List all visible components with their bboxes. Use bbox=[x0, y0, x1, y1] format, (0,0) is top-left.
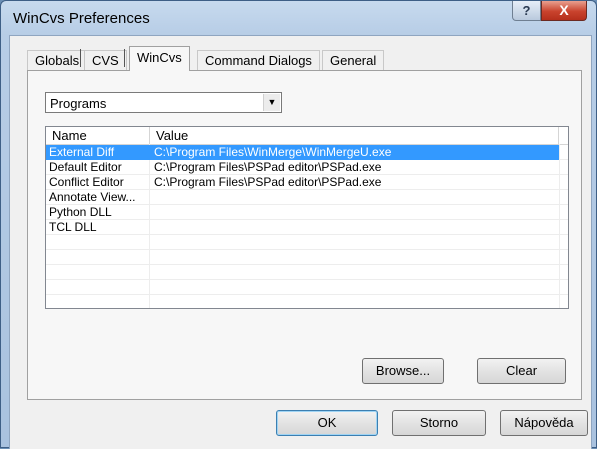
list-row-annotate-viewer[interactable]: Annotate View... bbox=[46, 190, 568, 205]
grid-line bbox=[46, 264, 568, 265]
category-dropdown[interactable]: Programs ▼ bbox=[45, 92, 282, 113]
list-row-external-diff[interactable]: External Diff C:\Program Files\WinMerge\… bbox=[46, 145, 568, 160]
tab-wincvs[interactable]: WinCvs bbox=[129, 46, 190, 71]
tab-command-dialogs[interactable]: Command Dialogs bbox=[197, 50, 320, 70]
category-dropdown-value: Programs bbox=[50, 96, 107, 111]
row-name: Python DLL bbox=[49, 205, 112, 219]
tab-separator bbox=[124, 49, 125, 67]
row-name: External Diff bbox=[49, 145, 115, 159]
tab-general[interactable]: General bbox=[322, 50, 385, 70]
browse-button[interactable]: Browse... bbox=[362, 358, 444, 384]
tab-cvs[interactable]: CVS bbox=[84, 50, 127, 70]
row-value: C:\Program Files\PSPad editor\PSPad.exe bbox=[154, 160, 382, 174]
row-value bbox=[154, 205, 559, 220]
list-row-conflict-editor[interactable]: Conflict Editor C:\Program Files\PSPad e… bbox=[46, 175, 568, 190]
close-button[interactable]: X bbox=[541, 1, 587, 21]
list-row-tcl-dll[interactable]: TCL DLL bbox=[46, 220, 568, 235]
row-name: Annotate View... bbox=[49, 190, 136, 204]
ok-button[interactable]: OK bbox=[276, 410, 378, 436]
chevron-down-icon[interactable]: ▼ bbox=[263, 94, 280, 111]
tab-separator bbox=[80, 49, 81, 67]
list-header: Name Value bbox=[46, 127, 568, 145]
help-button[interactable]: ? bbox=[512, 1, 541, 21]
grid-line bbox=[46, 294, 568, 295]
list-row-default-editor[interactable]: Default Editor C:\Program Files\PSPad ed… bbox=[46, 160, 568, 175]
row-value bbox=[154, 220, 559, 235]
napoveda-button[interactable]: Nápověda bbox=[500, 410, 588, 436]
programs-list[interactable]: Name Value External Diff C:\Program File… bbox=[45, 126, 569, 309]
row-name: Default Editor bbox=[49, 160, 122, 174]
title-bar[interactable]: WinCvs Preferences ? X bbox=[1, 1, 596, 35]
tab-globals[interactable]: Globals bbox=[27, 50, 88, 70]
grid-line bbox=[46, 279, 568, 280]
row-value: C:\Program Files\PSPad editor\PSPad.exe bbox=[154, 175, 382, 189]
row-name: TCL DLL bbox=[49, 220, 97, 234]
window-title: WinCvs Preferences bbox=[13, 10, 150, 27]
dialog-client-area: Globals CVS WinCvs Command Dialogs Gener… bbox=[9, 35, 592, 449]
preferences-window: WinCvs Preferences ? X Globals CVS WinCv… bbox=[0, 0, 597, 449]
column-header-name[interactable]: Name bbox=[46, 127, 150, 144]
wincvs-tab-panel: Programs ▼ Name Value External Diff C:\P… bbox=[27, 70, 582, 400]
list-row-python-dll[interactable]: Python DLL bbox=[46, 205, 568, 220]
column-header-value[interactable]: Value bbox=[150, 127, 559, 144]
grid-line bbox=[46, 249, 568, 250]
row-name: Conflict Editor bbox=[49, 175, 124, 189]
clear-button[interactable]: Clear bbox=[477, 358, 566, 384]
storno-button[interactable]: Storno bbox=[392, 410, 486, 436]
row-value: C:\Program Files\WinMerge\WinMergeU.exe bbox=[154, 145, 392, 159]
row-value bbox=[154, 190, 559, 205]
